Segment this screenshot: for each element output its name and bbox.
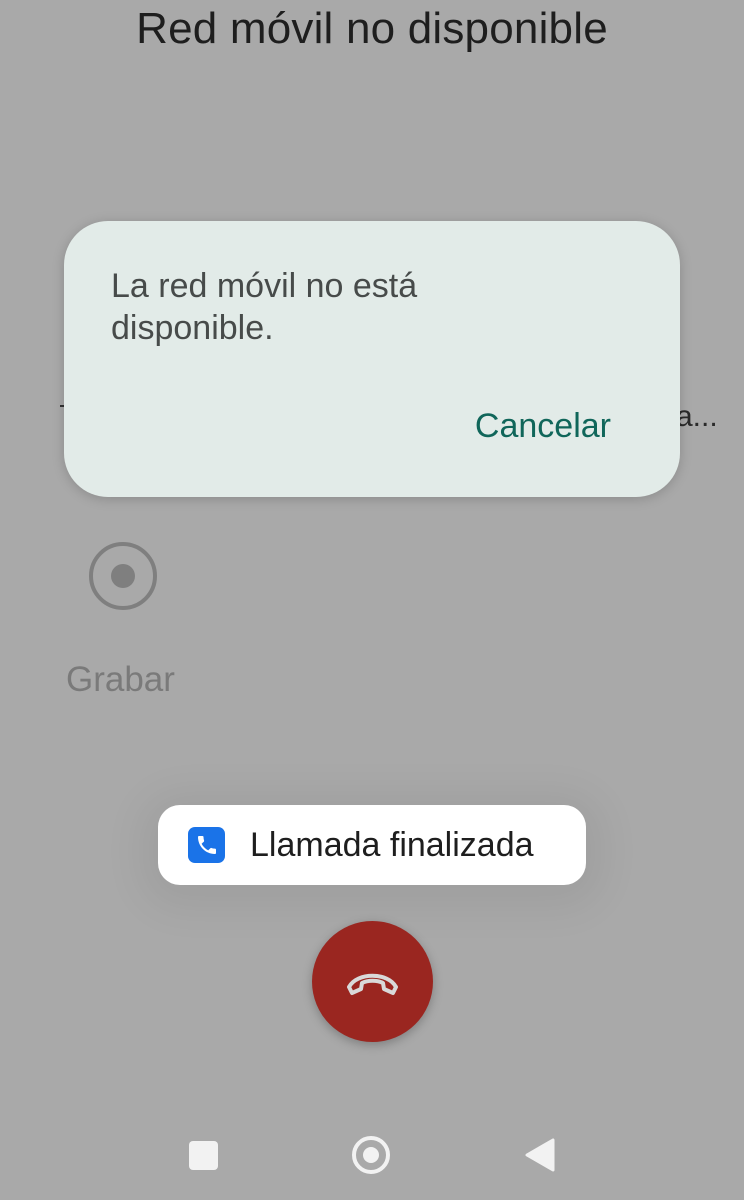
toast-text: Llamada finalizada xyxy=(250,826,534,864)
dialog-message: La red móvil no está disponible. xyxy=(111,267,418,347)
nav-home-button[interactable] xyxy=(352,1136,390,1174)
network-unavailable-dialog: La red móvil no está disponible. Cancela… xyxy=(64,221,680,497)
phone-app-icon xyxy=(188,827,225,863)
screen-title: Red móvil no disponible xyxy=(136,4,608,53)
end-call-button[interactable] xyxy=(312,921,433,1042)
record-label: Grabar xyxy=(66,660,175,699)
hang-up-icon xyxy=(347,973,398,995)
record-icon xyxy=(111,564,135,588)
record-button[interactable] xyxy=(89,542,157,610)
back-triangle-icon xyxy=(525,1138,555,1172)
nav-back-button[interactable] xyxy=(524,1138,556,1172)
background-truncated-text: a... xyxy=(676,400,718,433)
nav-recents-button[interactable] xyxy=(189,1141,218,1170)
call-ended-toast: Llamada finalizada xyxy=(158,805,586,885)
home-circle-icon xyxy=(363,1147,379,1163)
cancel-button[interactable]: Cancelar xyxy=(475,407,611,446)
